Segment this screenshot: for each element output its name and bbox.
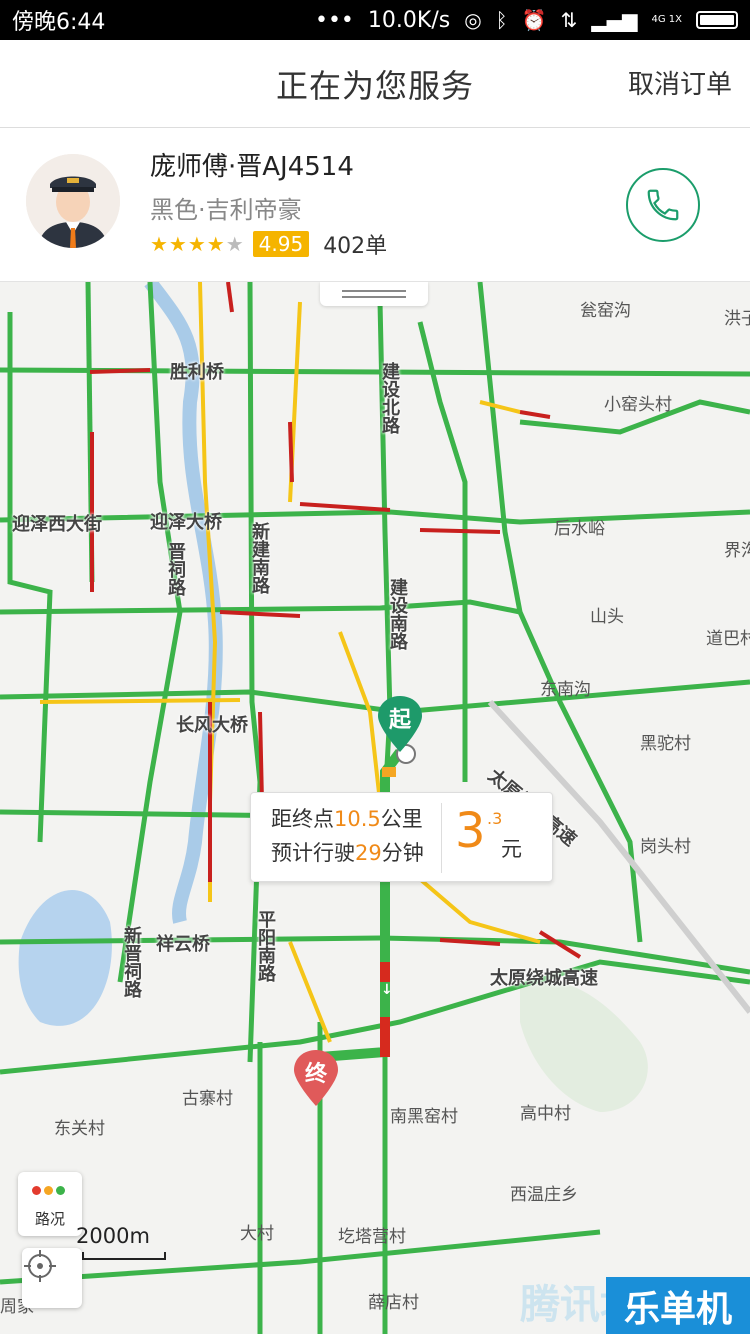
road-label: 平阳南路 bbox=[255, 910, 276, 982]
driver-avatar-icon bbox=[26, 154, 120, 248]
place-label: 山头 bbox=[590, 607, 624, 627]
price-decimal: .3 bbox=[487, 809, 503, 828]
eta-unit: 分钟 bbox=[381, 841, 424, 865]
place-label: 岗头村 bbox=[640, 837, 691, 857]
watermark-badge: 乐单机 bbox=[606, 1277, 750, 1334]
data-transfer-icon: ⇅ bbox=[560, 8, 578, 32]
driver-card: 庞师傅·晋AJ4514 黑色·吉利帝豪 ★★★★★ 4.95 402单 bbox=[0, 128, 750, 282]
place-label: 黑驼村 bbox=[640, 734, 691, 754]
distance-text: 距终点10.5公里 bbox=[271, 803, 423, 833]
stars-empty: ★ bbox=[225, 232, 245, 256]
road-label: 迎泽西大街 bbox=[12, 514, 102, 535]
app-header: 正在为您服务 取消订单 bbox=[0, 40, 750, 128]
rating-stars: ★★★★★ bbox=[150, 232, 245, 256]
status-time: 傍晚6:44 bbox=[12, 10, 106, 35]
battery-icon bbox=[696, 11, 738, 29]
start-pin-label: 起 bbox=[388, 708, 411, 733]
road-label: 建设北路 bbox=[379, 362, 400, 434]
cancel-order-button[interactable]: 取消订单 bbox=[628, 64, 732, 101]
distance-prefix: 距终点 bbox=[271, 807, 334, 831]
place-label: 洪子 bbox=[724, 309, 750, 329]
road-label: 迎泽大桥 bbox=[150, 512, 222, 533]
status-bar: 傍晚6:44 ••• 10.0K/s ◎ ᛒ ⏰ ⇅ ▂▄▆ 4G 1X bbox=[0, 0, 750, 40]
status-icons: ••• 10.0K/s ◎ ᛒ ⏰ ⇅ ▂▄▆ 4G 1X bbox=[315, 8, 738, 33]
eta-text: 预计行驶29分钟 bbox=[271, 837, 424, 867]
crosshair-icon bbox=[24, 1250, 56, 1282]
price-unit: 元 bbox=[501, 837, 522, 861]
order-count: 402单 bbox=[323, 234, 388, 259]
bubble-divider bbox=[441, 803, 442, 873]
place-label: 后水峪 bbox=[554, 519, 605, 539]
road-label: 长风大桥 bbox=[176, 715, 248, 736]
road-label: 新建南路 bbox=[249, 522, 270, 594]
place-label: 薛店村 bbox=[368, 1293, 419, 1313]
locate-me-button[interactable] bbox=[22, 1248, 82, 1308]
phone-icon bbox=[647, 189, 679, 221]
map-view[interactable]: ↓ 瓮窑沟 洪子 小窑头村 后水峪 界沟 山头 道巴村 东南沟 黑驼村 岗头村 … bbox=[0, 282, 750, 1334]
road-label: 晋祠路 bbox=[165, 542, 186, 596]
traffic-light-icon bbox=[32, 1186, 65, 1195]
call-driver-button[interactable] bbox=[626, 168, 700, 242]
rating-row: ★★★★★ 4.95 402单 bbox=[150, 228, 387, 260]
place-label: 小窑头村 bbox=[604, 395, 672, 415]
driver-name: 庞师傅·晋AJ4514 bbox=[150, 152, 354, 182]
end-pin-label: 终 bbox=[304, 1062, 327, 1087]
price-integer: 3 bbox=[455, 803, 486, 859]
distance-unit: 公里 bbox=[380, 807, 423, 831]
distance-value: 10.5 bbox=[334, 807, 381, 831]
place-label: 西温庄乡 bbox=[510, 1185, 578, 1205]
network-speed: 10.0K/s bbox=[367, 7, 451, 33]
road-label: 太原绕城高速 bbox=[490, 968, 598, 989]
place-label: 道巴村 bbox=[706, 629, 750, 649]
place-label: 南黑窑村 bbox=[390, 1107, 458, 1127]
traffic-toggle-button[interactable]: 路况 bbox=[18, 1172, 82, 1236]
bluetooth-icon: ᛒ bbox=[495, 8, 508, 32]
place-label: 大村 bbox=[240, 1224, 274, 1244]
place-label: 东关村 bbox=[54, 1119, 105, 1139]
map-scale-bar bbox=[82, 1252, 166, 1260]
map-scale-label: 2000m bbox=[76, 1224, 150, 1248]
road-label: 祥云桥 bbox=[156, 934, 210, 955]
signal-label: 4G 1X bbox=[651, 14, 682, 25]
car-info: 黑色·吉利帝豪 bbox=[150, 196, 302, 224]
hotspot-icon: ◎ bbox=[464, 8, 482, 32]
trip-info-bubble: 距终点10.5公里 预计行驶29分钟 3 .3 元 bbox=[250, 792, 553, 882]
status-dots: ••• bbox=[314, 7, 354, 33]
panel-drag-handle[interactable] bbox=[320, 282, 428, 306]
place-label: 高中村 bbox=[520, 1104, 571, 1124]
road-label: 建设南路 bbox=[387, 578, 408, 650]
place-label: 圪塔营村 bbox=[338, 1227, 406, 1247]
stars-filled: ★★★★ bbox=[150, 232, 226, 256]
page-title: 正在为您服务 bbox=[275, 66, 474, 105]
road-label: 新晋祠路 bbox=[121, 926, 142, 998]
place-label: 瓮窑沟 bbox=[580, 301, 631, 321]
driver-avatar bbox=[26, 154, 120, 248]
alarm-icon: ⏰ bbox=[521, 8, 547, 32]
end-pin: 终 bbox=[292, 1048, 340, 1108]
rating-score: 4.95 bbox=[252, 231, 310, 257]
svg-text:↓: ↓ bbox=[381, 982, 393, 998]
start-pin: 起 bbox=[376, 694, 424, 754]
eta-value: 29 bbox=[355, 841, 382, 865]
place-label: 古寨村 bbox=[182, 1089, 233, 1109]
road-label: 胜利桥 bbox=[170, 362, 224, 383]
eta-prefix: 预计行驶 bbox=[271, 841, 355, 865]
place-label: 界沟 bbox=[724, 541, 750, 561]
place-label: 东南沟 bbox=[540, 680, 591, 700]
traffic-label: 路况 bbox=[34, 1210, 65, 1228]
signal-icon: ▂▄▆ bbox=[591, 8, 638, 32]
